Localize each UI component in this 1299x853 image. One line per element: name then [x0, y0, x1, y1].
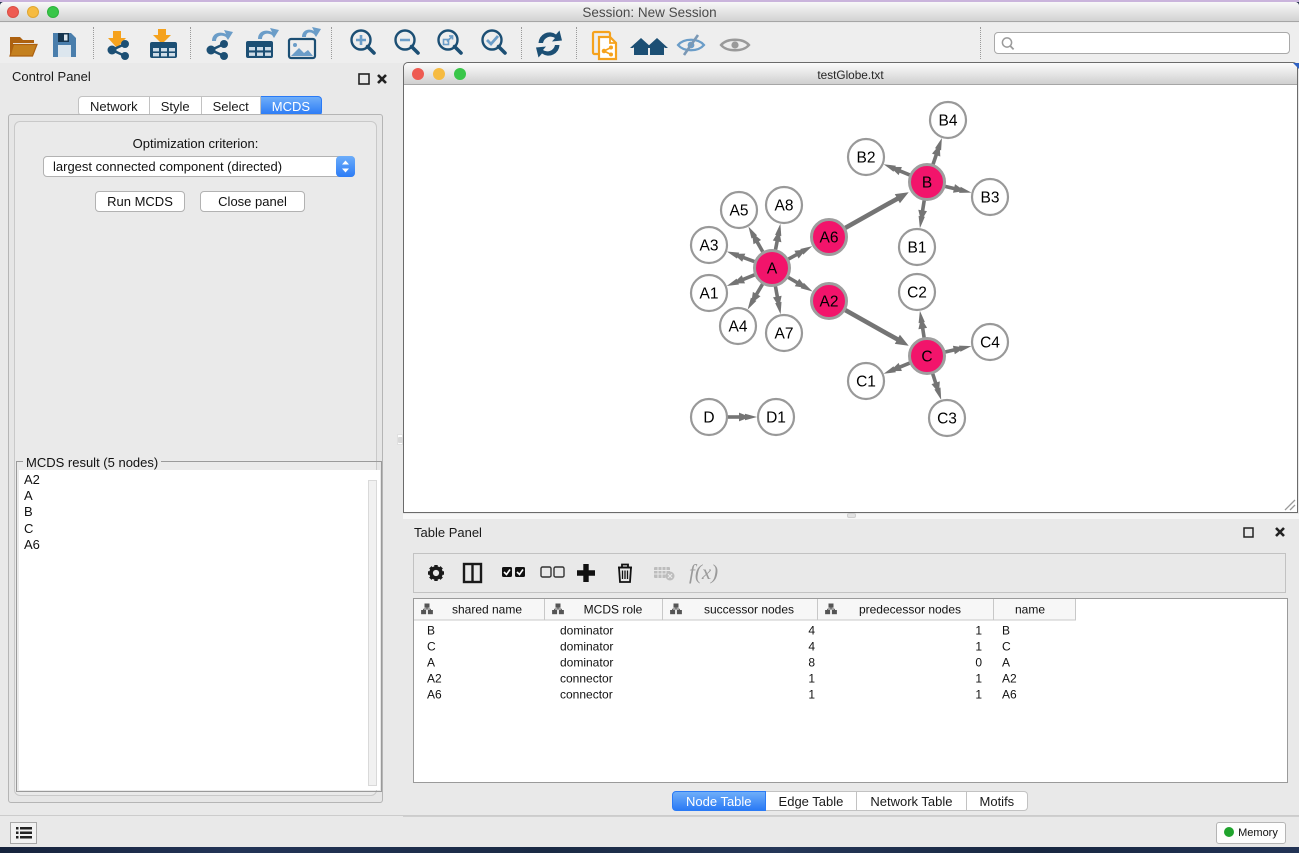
svg-text:A2: A2 [820, 294, 839, 311]
svg-text:MCDS role: MCDS role [584, 603, 643, 617]
svg-text:A5: A5 [730, 203, 749, 220]
svg-text:B: B [1002, 624, 1010, 638]
svg-text:C: C [1002, 640, 1011, 654]
svg-text:1: 1 [975, 672, 982, 686]
svg-text:A8: A8 [775, 198, 794, 215]
svg-text:B1: B1 [908, 240, 927, 257]
svg-text:A1: A1 [700, 286, 719, 303]
svg-text:A7: A7 [775, 326, 794, 343]
svg-text:dominator: dominator [560, 640, 613, 654]
svg-text:name: name [1015, 603, 1045, 617]
svg-text:4: 4 [808, 640, 815, 654]
svg-text:0: 0 [975, 656, 982, 670]
svg-text:1: 1 [808, 672, 815, 686]
svg-text:D: D [703, 410, 714, 427]
svg-text:A2: A2 [1002, 672, 1017, 686]
svg-text:1: 1 [975, 688, 982, 702]
svg-text:successor nodes: successor nodes [704, 603, 794, 617]
svg-text:A: A [427, 656, 435, 670]
svg-text:A: A [1002, 656, 1010, 670]
svg-text:shared name: shared name [452, 603, 522, 617]
svg-text:dominator: dominator [560, 656, 613, 670]
svg-text:C2: C2 [907, 285, 927, 302]
svg-text:B: B [922, 175, 932, 192]
svg-text:A3: A3 [700, 238, 719, 255]
svg-text:B3: B3 [981, 190, 1000, 207]
svg-text:predecessor nodes: predecessor nodes [859, 603, 961, 617]
svg-text:C4: C4 [980, 335, 1000, 352]
svg-text:1: 1 [975, 640, 982, 654]
svg-text:C3: C3 [937, 411, 957, 428]
svg-text:f(x): f(x) [689, 560, 718, 584]
svg-text:A6: A6 [820, 230, 839, 247]
svg-text:4: 4 [808, 624, 815, 638]
svg-text:C1: C1 [856, 374, 876, 391]
svg-text:C: C [921, 349, 932, 366]
svg-text:A6: A6 [1002, 688, 1017, 702]
svg-text:D1: D1 [766, 410, 786, 427]
svg-text:connector: connector [560, 672, 613, 686]
svg-text:B2: B2 [857, 150, 876, 167]
svg-text:B: B [427, 624, 435, 638]
svg-text:A: A [767, 261, 778, 278]
svg-text:C: C [427, 640, 436, 654]
svg-text:B4: B4 [939, 113, 958, 130]
svg-text:connector: connector [560, 688, 613, 702]
svg-text:dominator: dominator [560, 624, 613, 638]
svg-text:A2: A2 [427, 672, 442, 686]
svg-text:A4: A4 [729, 319, 748, 336]
svg-text:1: 1 [808, 688, 815, 702]
svg-text:8: 8 [808, 656, 815, 670]
svg-text:A6: A6 [427, 688, 442, 702]
svg-text:1: 1 [975, 624, 982, 638]
